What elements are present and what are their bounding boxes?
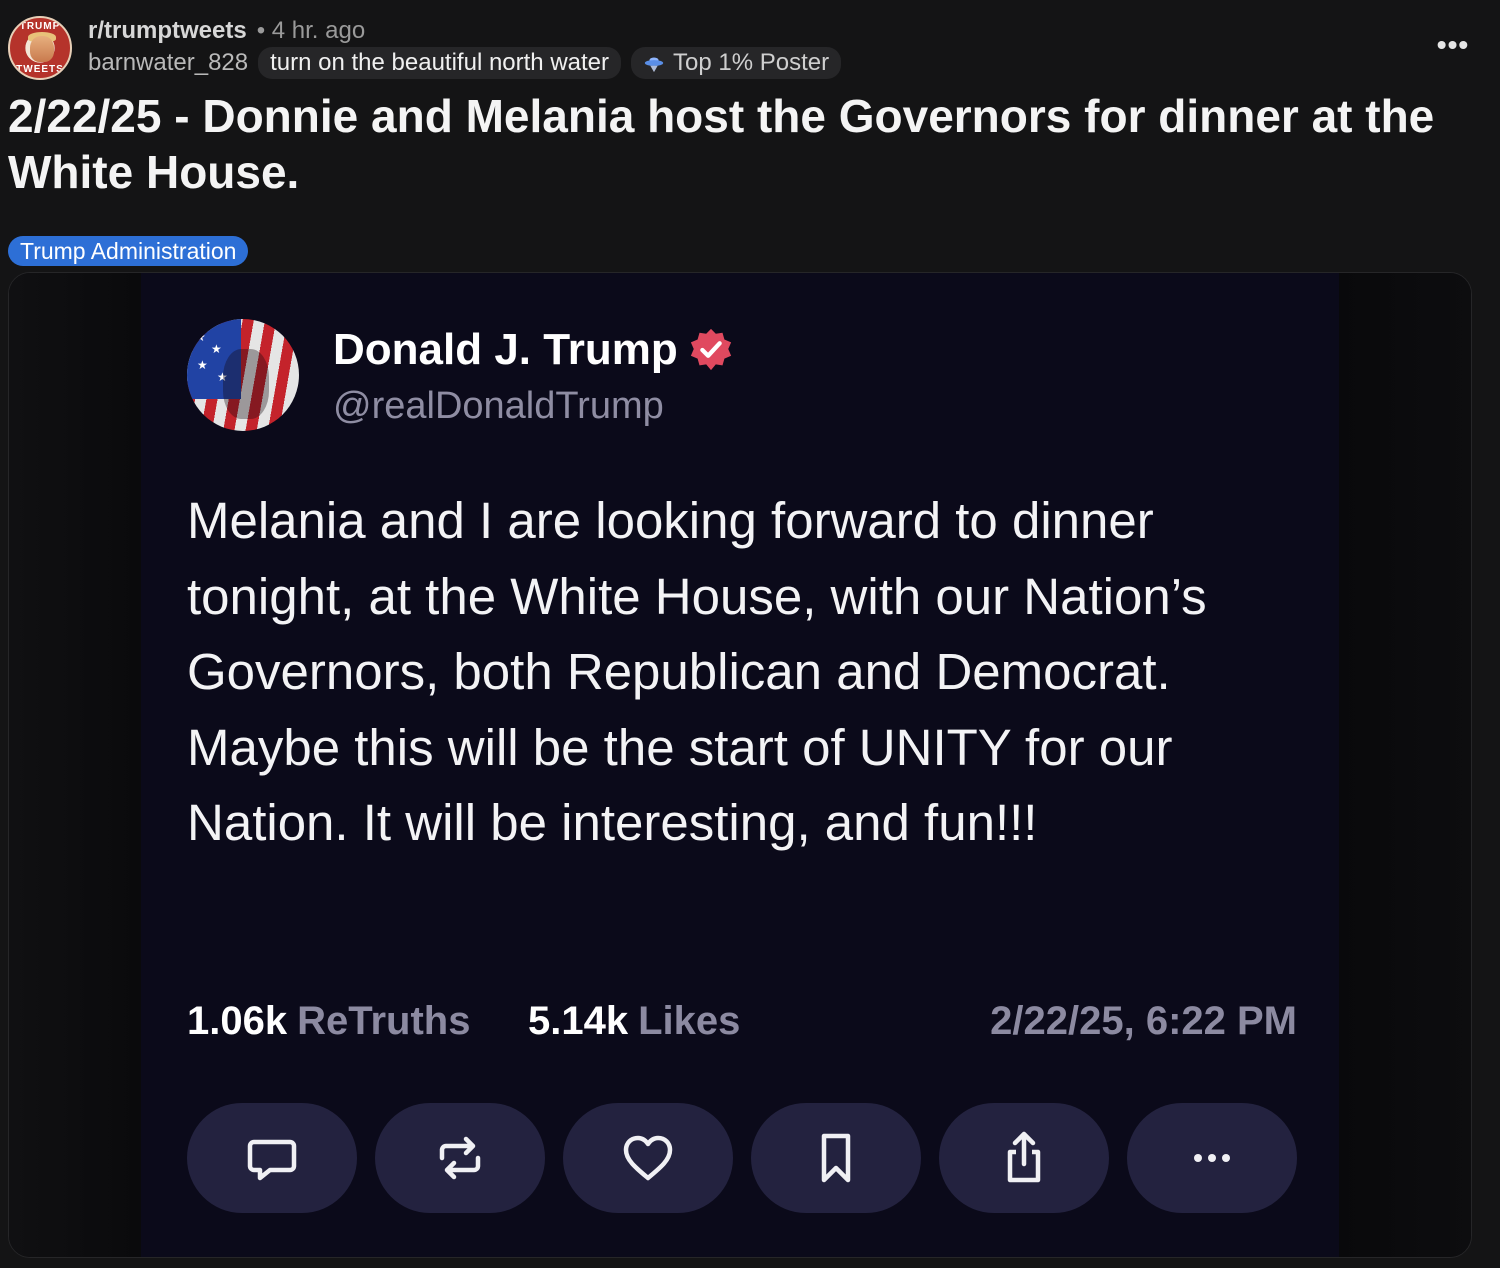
verified-badge-icon	[690, 328, 731, 371]
truth-display-name: Donald J. Trump	[333, 325, 678, 374]
likes-count: 5.14k	[528, 999, 629, 1043]
reddit-post: TRUMP TWEETS r/trumptweets • 4 hr. ago b…	[0, 0, 1500, 1268]
retruth-button	[375, 1103, 545, 1213]
post-title[interactable]: 2/22/25 - Donnie and Melania host the Go…	[8, 88, 1478, 200]
like-heart-icon	[623, 1135, 673, 1181]
more-ellipsis-icon	[1194, 1154, 1230, 1162]
achievement-badge[interactable]: Top 1% Poster	[631, 47, 842, 79]
truth-body-text: Melania and I are looking forward to din…	[187, 492, 1207, 851]
share-button	[939, 1103, 1109, 1213]
achievement-badge-label: Top 1% Poster	[673, 49, 830, 76]
star-icon: ★	[197, 358, 208, 372]
truth-stats: 1.06k ReTruths 5.14k Likes 2/22/25, 6:22 P…	[187, 995, 1297, 1051]
post-time: • 4 hr. ago	[256, 17, 366, 44]
bookmark-button	[751, 1103, 921, 1213]
retruth-icon	[439, 1136, 481, 1180]
author-username[interactable]: barnwater_828	[88, 49, 248, 77]
reply-icon	[247, 1139, 297, 1181]
retruths-label: ReTruths	[297, 999, 471, 1043]
retruths-stat: 1.06k ReTruths	[187, 999, 470, 1044]
post-image[interactable]: ★ ★ ★ ★ Donald J. Trump @realDonaldTrump…	[8, 272, 1472, 1258]
user-flair: turn on the beautiful north water	[258, 47, 622, 79]
truth-handle: @realDonaldTrump	[333, 385, 664, 427]
truth-social-card: ★ ★ ★ ★ Donald J. Trump @realDonaldTrump…	[141, 273, 1339, 1257]
likes-stat: 5.14k Likes	[528, 999, 740, 1044]
author-line: barnwater_828 turn on the beautiful nort…	[88, 46, 842, 80]
subreddit-avatar-text-bottom: TWEETS	[16, 64, 64, 75]
share-icon	[1007, 1131, 1041, 1183]
truth-avatar: ★ ★ ★ ★	[187, 319, 299, 431]
post-meta-line: r/trumptweets • 4 hr. ago	[88, 16, 365, 46]
reply-button	[187, 1103, 357, 1213]
subreddit-avatar[interactable]: TRUMP TWEETS	[8, 16, 72, 80]
truth-more-button	[1127, 1103, 1297, 1213]
truth-action-bar	[187, 1103, 1297, 1213]
ufo-badge-icon	[644, 57, 664, 73]
star-icon: ★	[195, 330, 206, 344]
retruths-count: 1.06k	[187, 999, 288, 1043]
post-more-button[interactable]: •••	[1436, 29, 1470, 60]
avatar-face	[30, 36, 54, 62]
bookmark-icon	[821, 1133, 851, 1183]
image-letterbox-left	[9, 273, 141, 1257]
avatar-face-shade	[223, 349, 269, 419]
subreddit-avatar-text-top: TRUMP	[19, 21, 61, 32]
likes-label: Likes	[638, 999, 741, 1043]
like-button	[563, 1103, 733, 1213]
truth-author-name: Donald J. Trump	[333, 325, 734, 375]
image-letterbox-right	[1339, 273, 1471, 1257]
star-icon: ★	[211, 342, 222, 356]
post-flair-tag[interactable]: Trump Administration	[8, 236, 249, 266]
subreddit-link[interactable]: r/trumptweets	[88, 17, 247, 45]
truth-timestamp: 2/22/25, 6:22 PM	[990, 999, 1297, 1043]
ellipsis-icon: •••	[1436, 29, 1470, 60]
